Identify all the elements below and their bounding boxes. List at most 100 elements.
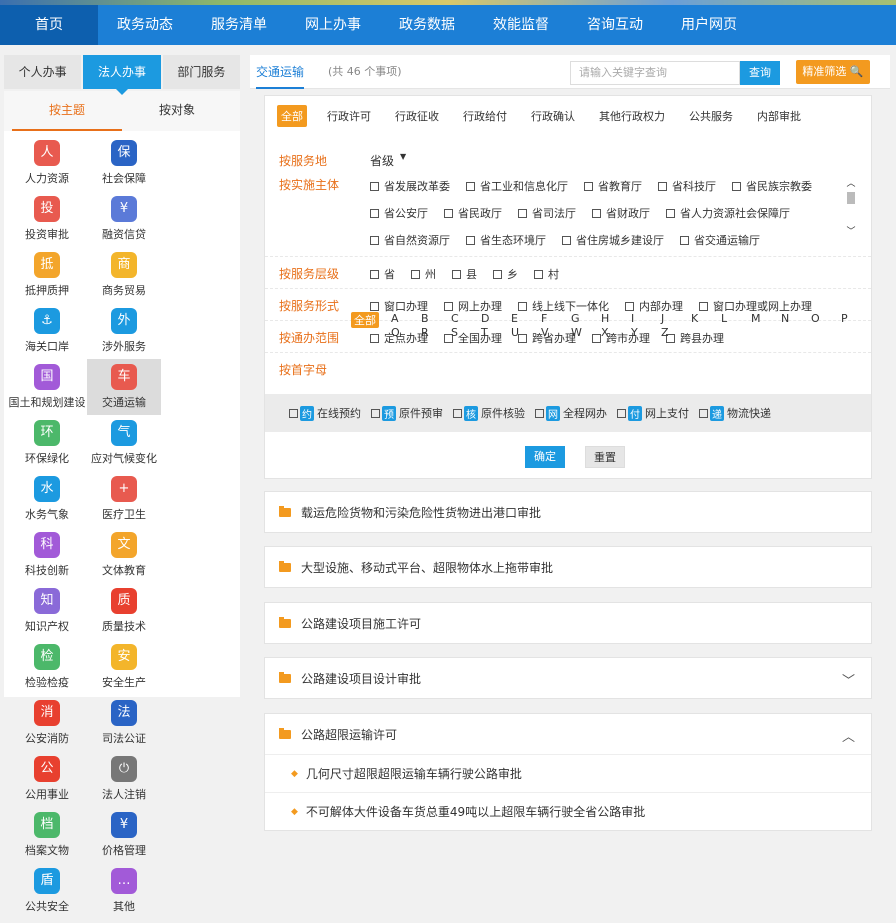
checkbox[interactable] [732,181,741,191]
letter-option[interactable]: Q [391,326,400,339]
checkbox[interactable] [452,269,461,279]
letter-option[interactable]: T [481,326,488,339]
nav-supervision[interactable]: 效能监督 [474,5,568,45]
letter-option[interactable]: Z [661,326,669,339]
feature-option[interactable]: 递物流快递 [699,405,771,421]
checkbox[interactable] [584,181,593,191]
tab-personal[interactable]: 个人办事 [4,55,82,89]
category-item[interactable]: 安安全生产 [87,639,161,695]
category-item[interactable]: 外涉外服务 [87,303,161,359]
category-item[interactable]: 公公用事业 [10,751,84,807]
checkbox[interactable] [518,301,527,311]
letter-option[interactable]: U [511,326,519,339]
letter-option[interactable]: I [631,312,634,325]
letter-option[interactable]: N [781,312,789,325]
nav-home[interactable]: 首页 [0,5,98,45]
letter-option[interactable]: G [571,312,580,325]
checkbox[interactable] [370,333,379,343]
scroll-down-icon[interactable]: ﹀ [845,226,857,238]
body-option[interactable]: 省生态环境厅 [466,232,546,248]
chevron-up-icon[interactable]: ︿ [842,726,855,745]
category-item[interactable]: 法司法公证 [87,695,161,751]
type-option[interactable]: 全部 [277,105,307,127]
body-option[interactable]: 省民族宗教委 [732,178,812,194]
nav-data[interactable]: 政务数据 [380,5,474,45]
letter-option[interactable]: E [511,312,518,325]
level-option[interactable]: 省 [370,266,395,282]
list-item[interactable]: 公路建设项目施工许可 [264,602,872,644]
category-item[interactable]: 人人力资源 [10,135,84,191]
category-item[interactable]: 文文体教育 [87,527,161,583]
checkbox[interactable] [617,408,626,418]
type-option[interactable]: 行政征收 [391,105,443,127]
letter-option[interactable]: K [691,312,698,325]
category-item[interactable]: 环环保绿化 [10,415,84,471]
checkbox[interactable] [453,408,462,418]
letter-option[interactable]: Y [631,326,638,339]
category-item[interactable]: 商商务贸易 [87,247,161,303]
reset-button[interactable]: 重置 [585,446,625,468]
category-item[interactable]: 投投资审批 [10,191,84,247]
list-item[interactable]: 公路建设项目设计审批 ﹀ [264,657,872,699]
category-item[interactable]: 保社会保障 [87,135,161,191]
search-input[interactable]: 请输入关键字查询 [570,61,740,85]
checkbox[interactable] [658,181,667,191]
checkbox[interactable] [370,208,379,218]
body-option[interactable]: 省发展改革委 [370,178,450,194]
category-item[interactable]: ¥ 融资信贷 [87,191,161,247]
letter-option[interactable]: F [541,312,547,325]
search-button[interactable]: 查询 [740,61,780,85]
category-item[interactable]: 消公安消防 [10,695,84,751]
body-option[interactable]: 省交通运输厅 [680,232,760,248]
level-option[interactable]: 乡 [493,266,518,282]
checkbox[interactable] [371,408,380,418]
category-item[interactable]: 盾公共安全 [10,863,84,919]
category-item[interactable]: 车交通运输 [87,359,161,415]
level-option[interactable]: 州 [411,266,436,282]
checkbox[interactable] [699,408,708,418]
letter-option[interactable]: O [811,312,820,325]
feature-option[interactable]: 预原件预审 [371,405,443,421]
checkbox[interactable] [534,269,543,279]
scroll-thumb[interactable] [847,192,855,204]
letter-option[interactable]: P [841,312,848,325]
category-item[interactable]: 水水务气象 [10,471,84,527]
tab-department[interactable]: 部门服务 [162,55,240,89]
confirm-button[interactable]: 确定 [525,446,565,468]
checkbox[interactable] [592,208,601,218]
body-option[interactable]: 省住房城乡建设厅 [562,232,664,248]
checkbox[interactable] [370,301,379,311]
list-item[interactable]: 大型设施、移动式平台、超限物体水上拖带审批 [264,546,872,588]
body-option[interactable]: 省司法厅 [518,205,576,221]
letter-option[interactable]: M [751,312,761,325]
checkbox[interactable] [370,235,379,245]
checkbox[interactable] [411,269,420,279]
nav-service-list[interactable]: 服务清单 [192,5,286,45]
checkbox[interactable] [289,408,298,418]
checkbox[interactable] [518,208,527,218]
body-option[interactable]: 省财政厅 [592,205,650,221]
checkbox[interactable] [444,301,453,311]
category-item[interactable]: 检检验检疫 [10,639,84,695]
subtab-by-theme[interactable]: 按主题 [12,91,122,131]
checkbox[interactable] [592,333,601,343]
chevron-down-icon[interactable]: ﹀ [842,670,855,689]
category-item[interactable]: 科科技创新 [10,527,84,583]
checkbox[interactable] [466,181,475,191]
feature-option[interactable]: 约在线预约 [289,405,361,421]
body-option[interactable]: 省自然资源厅 [370,232,450,248]
sub-item[interactable]: ◆ 不可解体大件设备车货总重49吨以上超限车辆行驶全省公路审批 [265,792,871,830]
letter-option[interactable]: V [541,326,549,339]
body-option[interactable]: 省工业和信息化厅 [466,178,568,194]
sub-item[interactable]: ◆ 几何尺寸超限超限运输车辆行驶公路审批 [265,754,871,792]
nav-consult[interactable]: 咨询互动 [568,5,662,45]
checkbox[interactable] [666,208,675,218]
list-item-expanded[interactable]: 公路超限运输许可 ︿ ◆ 几何尺寸超限超限运输车辆行驶公路审批 ◆ 不可解体大件设备车… [264,713,872,831]
letter-option[interactable]: J [661,312,664,325]
checkbox[interactable] [535,408,544,418]
list-item[interactable]: 载运危险货物和污染危险性货物进出港口审批 [264,491,872,533]
letter-option[interactable]: A [391,312,399,325]
form-option[interactable]: 线上线下一体化 [518,298,609,314]
letter-option[interactable]: L [721,312,727,325]
category-item[interactable]: 档档案文物 [10,807,84,863]
